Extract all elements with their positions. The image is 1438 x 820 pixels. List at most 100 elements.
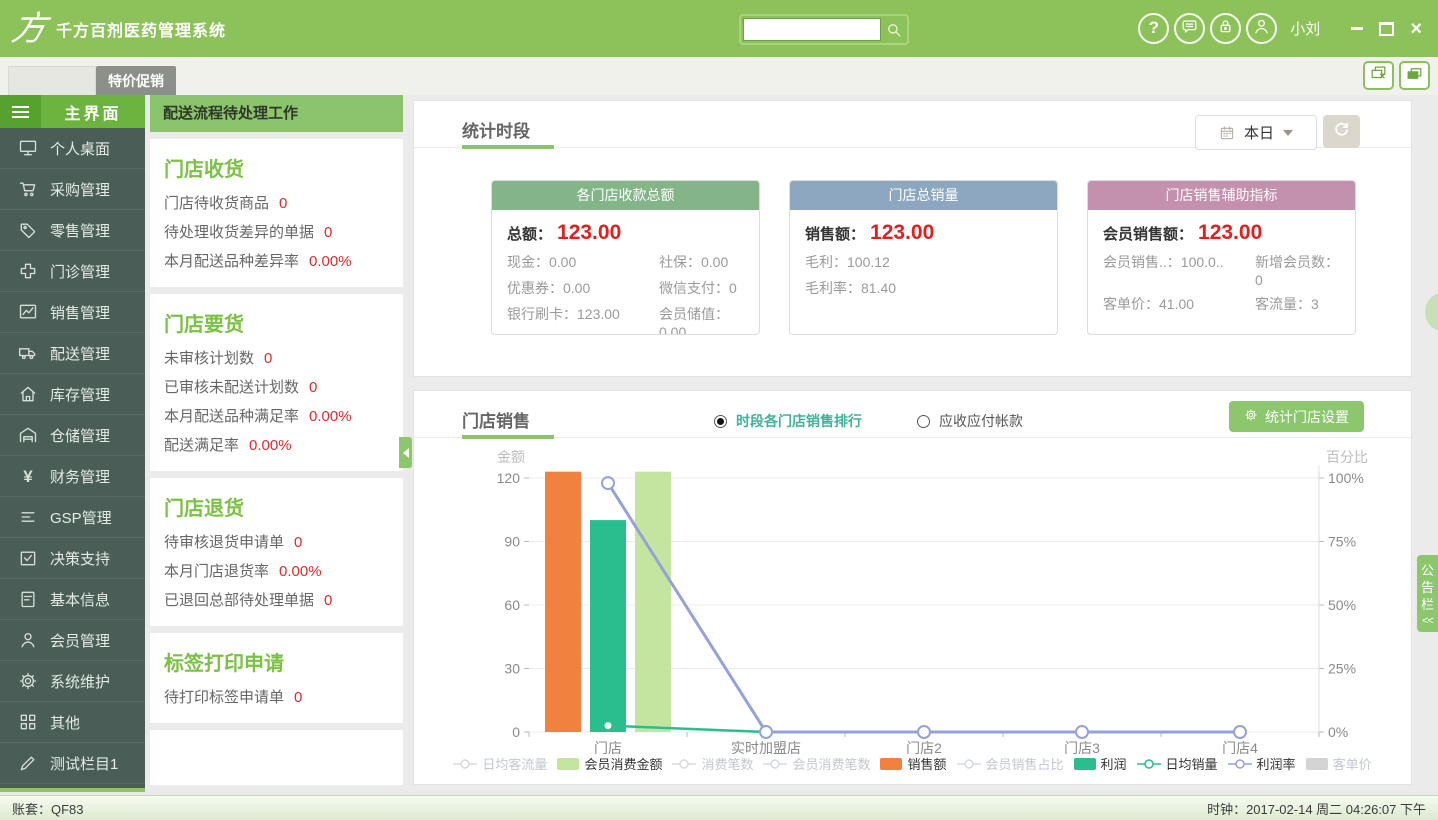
search-input[interactable] — [743, 18, 881, 41]
sidebar-item-label: 测试栏目1 — [50, 753, 118, 774]
medical-cross-icon — [17, 260, 39, 282]
yen-icon: ¥ — [17, 465, 39, 487]
store-sales-panel: 门店销售 时段各门店销售排行应收应付帐款 统计门店设置 金额百分比00%3025… — [413, 390, 1412, 785]
sidebar-item-配送管理[interactable]: 配送管理 — [0, 333, 145, 374]
stat-detail: 微信支付：0 — [659, 278, 744, 298]
sidebar-item-门诊管理[interactable]: 门诊管理 — [0, 251, 145, 292]
stat-card: 各门店收款总额总额：123.00现金：0.00社保：0.00优惠券：0.00微信… — [491, 180, 760, 335]
tab-blank[interactable] — [8, 66, 96, 95]
sidebar-item-零售管理[interactable]: 零售管理 — [0, 210, 145, 251]
sidebar-menu: 个人桌面采购管理零售管理门诊管理销售管理配送管理库存管理仓储管理¥财务管理GSP… — [0, 128, 145, 784]
primary-label: 销售额： — [805, 223, 865, 244]
radio-应收应付帐款[interactable]: 应收应付帐款 — [917, 411, 1023, 431]
stat-detail: 优惠券：0.00 — [507, 278, 659, 298]
divider — [414, 437, 1411, 438]
svg-text:金额: 金额 — [497, 449, 525, 465]
todo-item-label: 本月配送品种满足率 — [164, 408, 299, 425]
sidebar-item-系统维护[interactable]: 系统维护 — [0, 661, 145, 702]
sidebar-item-个人桌面[interactable]: 个人桌面 — [0, 128, 145, 169]
sidebar-item-销售管理[interactable]: 销售管理 — [0, 292, 145, 333]
lock-button[interactable] — [1210, 13, 1241, 44]
todo-section: 门店退货待审核退货申请单0本月门店退货率0.00%已退回总部待处理单据0 — [150, 478, 403, 626]
legend-line-icon — [763, 758, 787, 770]
sales-view-radios: 时段各门店销售排行 应收应付帐款 — [714, 411, 1023, 431]
sidebar-item-测试栏目1[interactable]: 测试栏目1 — [0, 743, 145, 784]
legend-item-客单价[interactable]: 客单价 — [1306, 754, 1372, 773]
tab-bar: 特价促销 — [0, 57, 1438, 95]
global-search — [739, 14, 909, 45]
stat-detail: 客单价：41.00 — [1103, 294, 1255, 314]
sidebar-item-基本信息[interactable]: 基本信息 — [0, 579, 145, 620]
todo-item-value: 0 — [324, 592, 332, 609]
stat-card-header: 门店总销量 — [790, 181, 1057, 210]
document-icon — [17, 588, 39, 610]
legend-swatch-icon — [880, 758, 902, 770]
chevron-down-icon — [1283, 130, 1293, 136]
legend-label: 利润 — [1101, 754, 1127, 773]
arrange-windows-button[interactable] — [1399, 61, 1430, 90]
legend-item-日均客流量[interactable]: 日均客流量 — [453, 754, 547, 773]
announcement-tab[interactable]: 公告栏 << — [1417, 555, 1438, 632]
close-button[interactable]: × — [1410, 19, 1422, 39]
radio-circle-icon — [917, 415, 930, 428]
current-user: 小刘 — [1290, 18, 1320, 39]
floating-widget[interactable] — [1425, 292, 1438, 332]
stat-card: 门店销售辅助指标会员销售额：123.00会员销售..：100.0..新增会员数：… — [1087, 180, 1356, 335]
sidebar-item-库存管理[interactable]: 库存管理 — [0, 374, 145, 415]
sidebar-item-仓储管理[interactable]: 仓储管理 — [0, 415, 145, 456]
window-controls: × — [1351, 19, 1422, 39]
sidebar-item-采购管理[interactable]: 采购管理 — [0, 169, 145, 210]
svg-text:120: 120 — [497, 470, 521, 486]
message-button[interactable] — [1174, 13, 1205, 44]
minimize-button[interactable] — [1351, 27, 1363, 30]
todo-panel: 配送流程待处理工作 门店收货门店待收货商品0待处理收货差异的单据0本月配送品种差… — [150, 95, 403, 785]
close-all-tabs-button[interactable] — [1363, 61, 1394, 90]
todo-item-label: 已审核未配送计划数 — [164, 379, 299, 396]
sidebar-item-决策支持[interactable]: 决策支持 — [0, 538, 145, 579]
todo-item-label: 待审核退货申请单 — [164, 534, 284, 551]
user-icon — [17, 629, 39, 651]
stat-detail: 银行刷卡：123.00 — [507, 304, 659, 335]
stat-detail: 毛利：100.12 — [805, 252, 1042, 272]
help-button[interactable]: ? — [1138, 13, 1169, 44]
refresh-button[interactable] — [1323, 115, 1360, 148]
todo-section: 门店要货未审核计划数0已审核未配送计划数0本月配送品种满足率0.00%配送满足率… — [150, 294, 403, 471]
radio-时段各门店销售排行[interactable]: 时段各门店销售排行 — [714, 411, 862, 431]
period-selector[interactable]: 本日 — [1195, 115, 1317, 150]
sidebar-item-label: 系统维护 — [50, 671, 110, 692]
tab-active[interactable]: 特价促销 — [96, 66, 176, 95]
gear-icon — [1244, 408, 1258, 425]
todo-item: 已审核未配送计划数0 — [164, 372, 389, 401]
legend-item-利润[interactable]: 利润 — [1074, 754, 1127, 773]
sidebar-item-财务管理[interactable]: ¥财务管理 — [0, 456, 145, 497]
sidebar-item-GSP管理[interactable]: GSP管理 — [0, 497, 145, 538]
todo-item: 本月配送品种差异率0.00% — [164, 246, 389, 275]
svg-text:0: 0 — [512, 724, 520, 740]
stat-detail: 新增会员数：0 — [1255, 252, 1340, 288]
user-icon — [1252, 17, 1271, 41]
maximize-button[interactable] — [1379, 22, 1394, 36]
svg-text:0%: 0% — [1328, 724, 1348, 740]
list-lines-icon — [17, 506, 39, 528]
open-tabs: 特价促销 — [8, 66, 176, 95]
collapse-panel-button[interactable] — [399, 437, 412, 468]
store-settings-button[interactable]: 统计门店设置 — [1229, 401, 1364, 432]
legend-item-会员销售占比[interactable]: 会员销售占比 — [957, 754, 1064, 773]
stat-detail: 会员销售..：100.0.. — [1103, 252, 1255, 288]
sidebar-item-label: 门诊管理 — [50, 261, 110, 282]
stat-card-body: 总额：123.00现金：0.00社保：0.00优惠券：0.00微信支付：0银行刷… — [492, 210, 759, 335]
legend-item-日均销量[interactable]: 日均销量 — [1137, 754, 1218, 773]
legend-item-会员消费金额[interactable]: 会员消费金额 — [557, 754, 662, 773]
sidebar-item-会员管理[interactable]: 会员管理 — [0, 620, 145, 661]
hamburger-menu-button[interactable] — [0, 95, 41, 128]
legend-item-销售额[interactable]: 销售额 — [880, 754, 946, 773]
sidebar-item-label: 其他 — [50, 712, 80, 733]
legend-item-利润率[interactable]: 利润率 — [1228, 754, 1296, 773]
user-button[interactable] — [1246, 13, 1277, 44]
search-icon[interactable] — [885, 21, 903, 39]
legend-item-会员消费笔数[interactable]: 会员消费笔数 — [763, 754, 870, 773]
clock-label: 时钟：2017-02-14 周二 04:26:07 下午 — [1207, 799, 1426, 818]
stat-card-header: 门店销售辅助指标 — [1088, 181, 1355, 210]
legend-item-消费笔数[interactable]: 消费笔数 — [672, 754, 753, 773]
sidebar-item-其他[interactable]: 其他 — [0, 702, 145, 743]
